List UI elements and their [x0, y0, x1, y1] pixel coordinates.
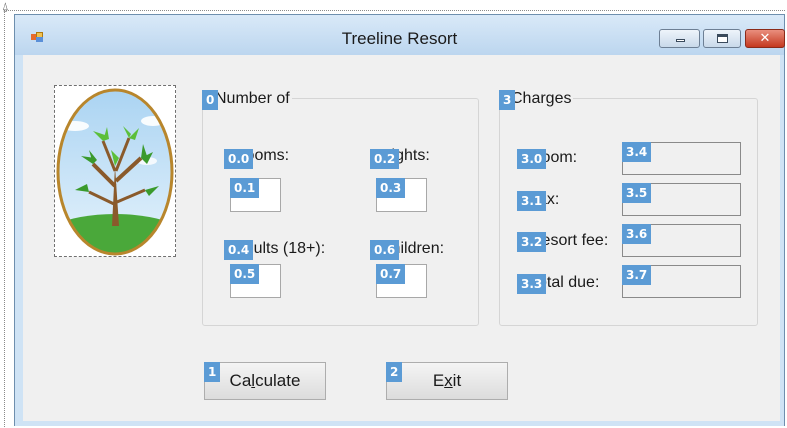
minimize-button[interactable]	[659, 29, 700, 48]
tree-picture-box	[54, 85, 176, 257]
app-window: Treeline Resort ✕ Number of 0 Rooms: 0.0…	[14, 14, 785, 426]
minimize-icon	[676, 39, 685, 42]
exit-label-pre: E	[432, 371, 445, 390]
maximize-icon	[717, 34, 728, 43]
tag-exit-button: 2	[386, 362, 403, 382]
calculate-label-post: culate	[255, 371, 301, 390]
tag-tax-label: 3.1	[517, 191, 547, 211]
tag-calculate-button: 1	[204, 362, 221, 382]
tag-room-charge-output: 3.4	[622, 142, 652, 162]
calculate-button[interactable]: Calculate	[204, 362, 326, 400]
tag-children-input: 0.7	[376, 264, 406, 284]
close-icon: ✕	[759, 31, 771, 46]
tag-adults-label: 0.4	[224, 240, 254, 260]
tree-icon	[56, 88, 174, 256]
tag-nights-input: 0.3	[376, 178, 406, 198]
exit-label-post: it	[452, 371, 462, 390]
number-of-group-title: Number of	[213, 90, 292, 108]
title-bar[interactable]: Treeline Resort ✕	[15, 15, 785, 55]
charges-group-title: Charges	[509, 90, 574, 108]
anchor-icon: ⍙	[2, 0, 9, 13]
tag-total-due-label: 3.3	[517, 274, 547, 294]
tag-resort-fee-label: 3.2	[517, 232, 547, 252]
maximize-button[interactable]	[703, 29, 741, 48]
exit-button[interactable]: Exit	[386, 362, 508, 400]
tag-number-of: 0	[202, 90, 219, 110]
tag-rooms-label: 0.0	[224, 149, 254, 169]
tag-resort-fee-output: 3.6	[622, 224, 652, 244]
calculate-label-pre: Ca	[229, 371, 252, 390]
tag-charges: 3	[499, 90, 516, 110]
exit-label-hotkey: x	[444, 371, 453, 390]
tag-room-charge-label: 3.0	[517, 149, 547, 169]
tag-total-due-output: 3.7	[622, 265, 652, 285]
tag-rooms-input: 0.1	[230, 178, 260, 198]
tag-tax-output: 3.5	[622, 183, 652, 203]
tag-adults-input: 0.5	[230, 264, 260, 284]
tag-nights-label: 0.2	[370, 149, 400, 169]
close-button[interactable]: ✕	[745, 29, 785, 48]
form-client-area: Number of 0 Rooms: 0.0 0.1 Nights: 0.2 0…	[23, 55, 780, 421]
tag-children-label: 0.6	[370, 240, 400, 260]
